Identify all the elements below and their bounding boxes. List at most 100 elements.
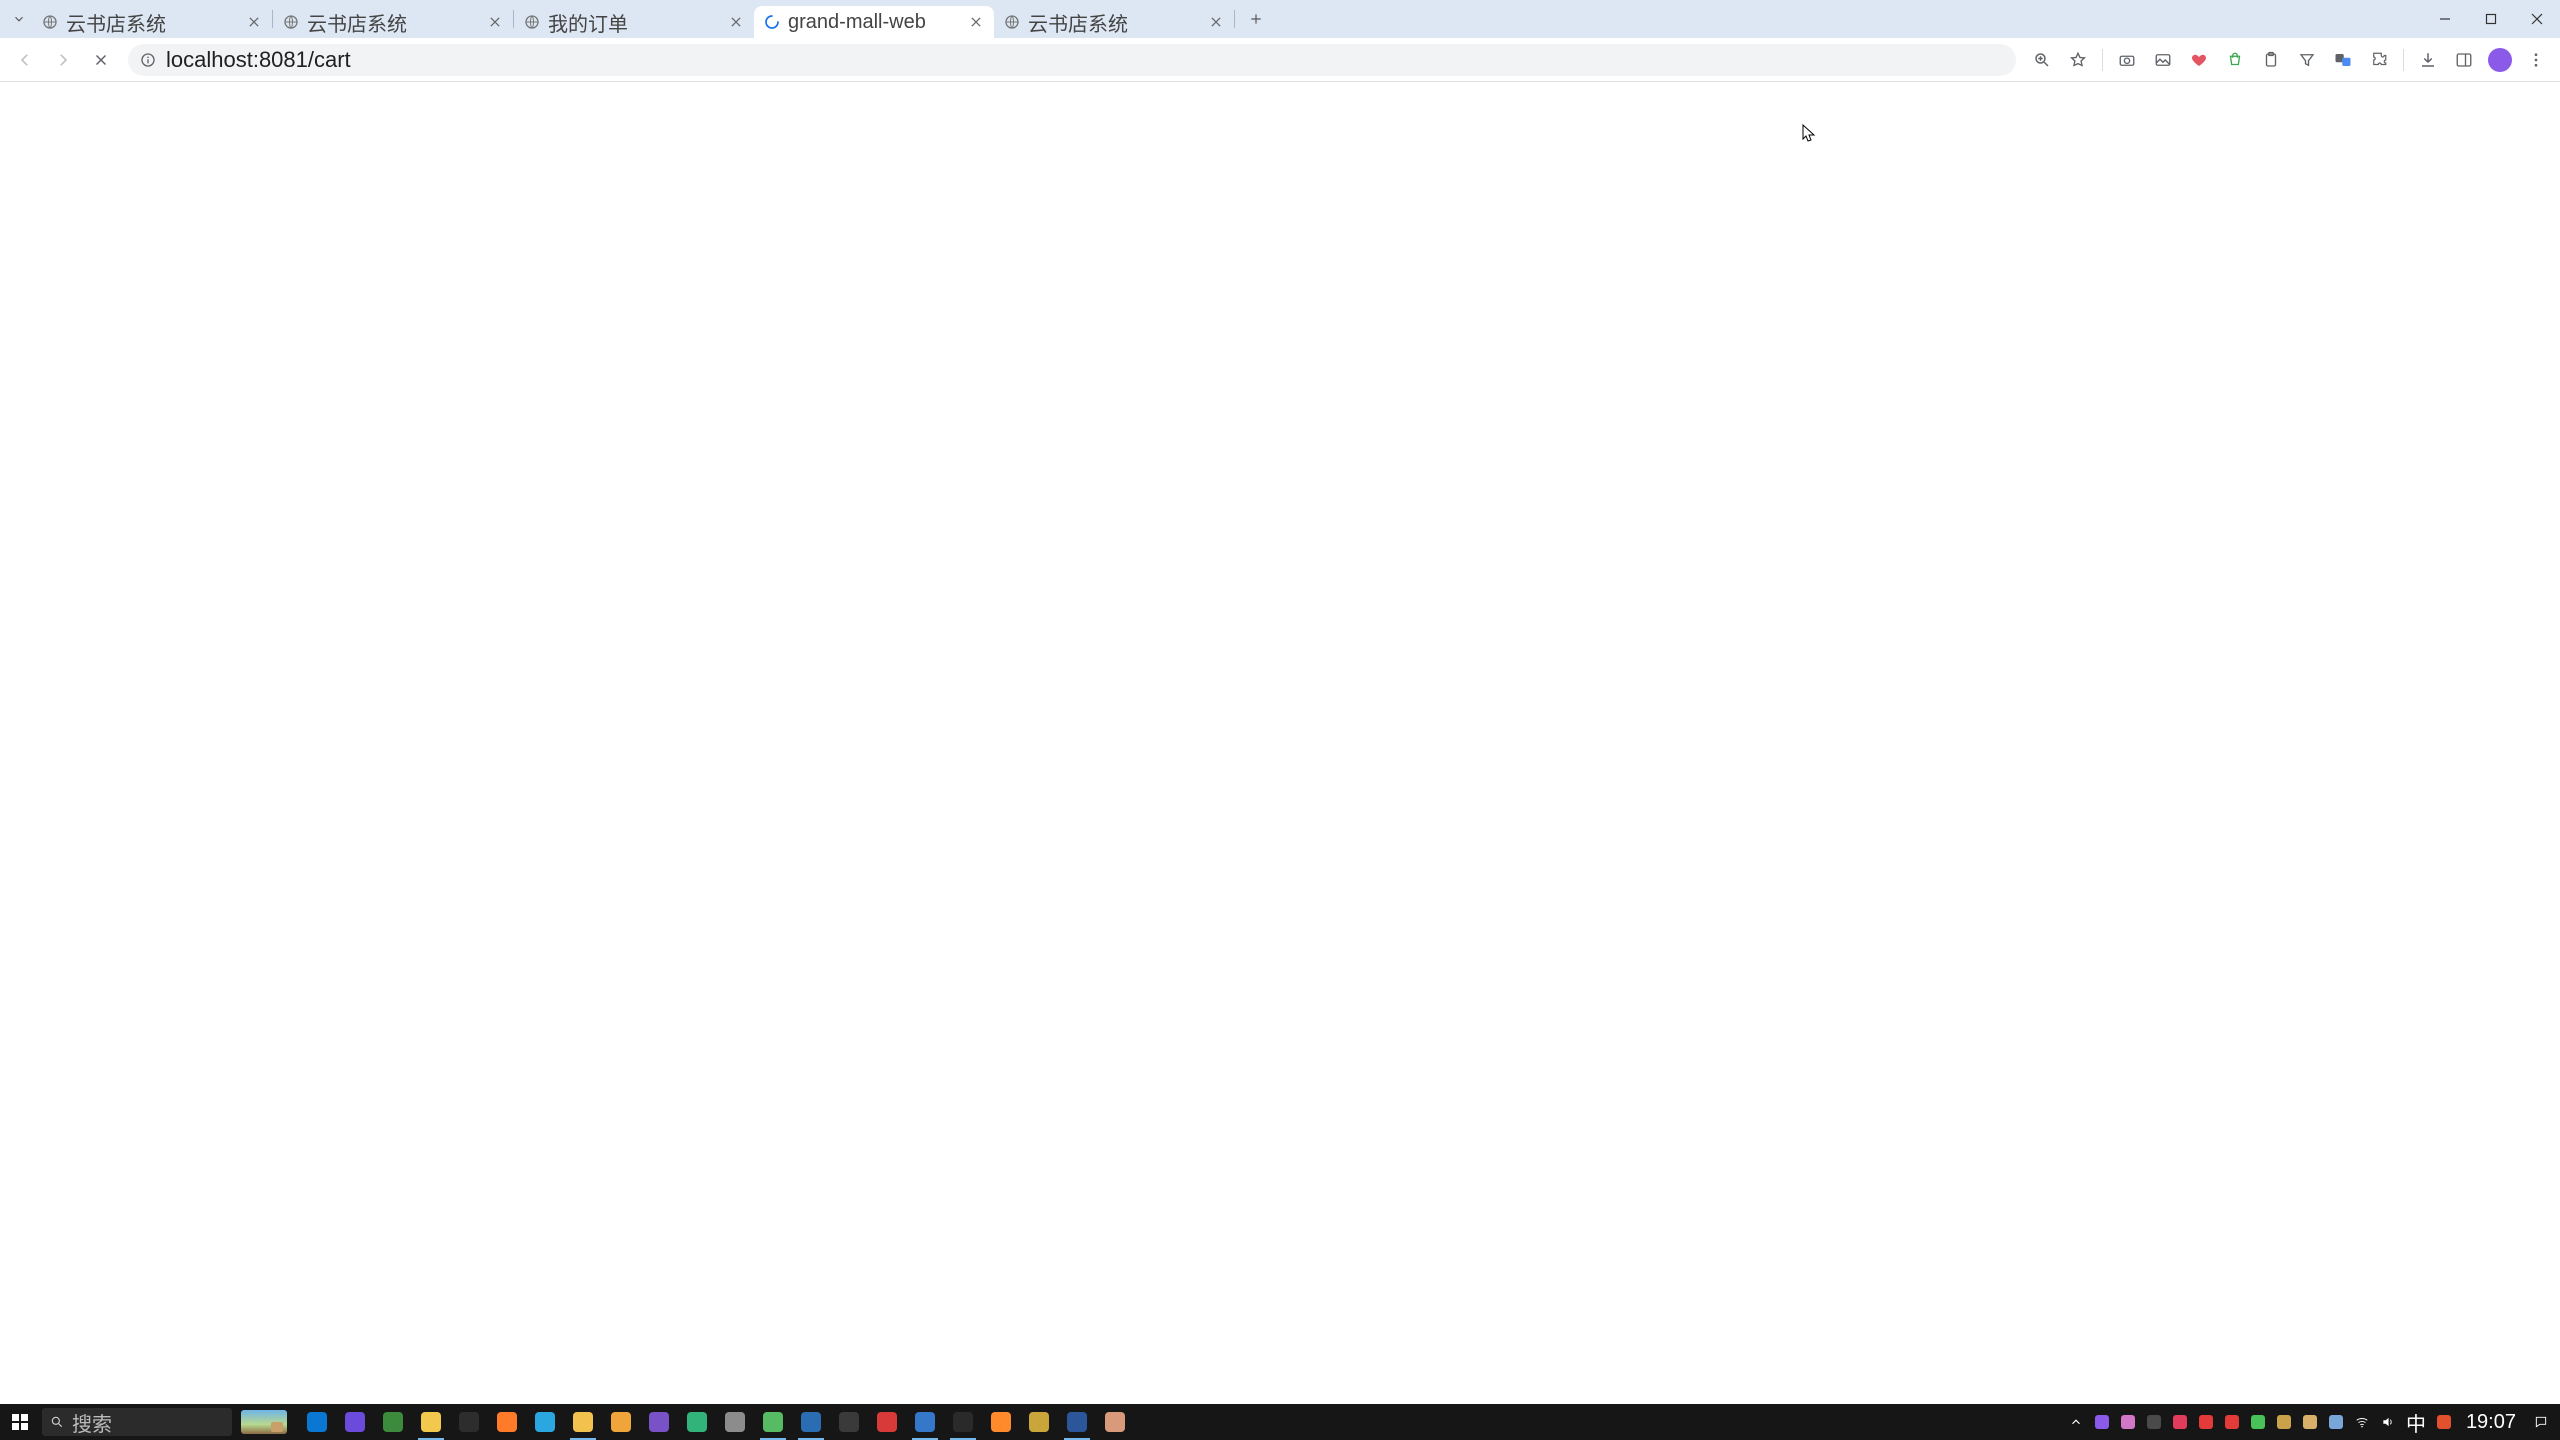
browser-tab-active[interactable]: grand-mall-web bbox=[754, 6, 994, 38]
zoom-icon[interactable] bbox=[2026, 44, 2058, 76]
browser-tab[interactable]: 云书店系统 bbox=[994, 6, 1234, 38]
taskbar-apps bbox=[298, 1404, 1134, 1440]
taskbar-app-chrome[interactable] bbox=[412, 1404, 450, 1440]
bookmark-star-icon[interactable] bbox=[2062, 44, 2094, 76]
tab-search-dropdown[interactable] bbox=[6, 0, 32, 38]
taskbar-search-placeholder: 搜索 bbox=[72, 1408, 112, 1437]
browser-tab[interactable]: 我的订单 bbox=[514, 6, 754, 38]
toolbar-separator bbox=[2403, 49, 2404, 71]
taskbar-app-rec[interactable] bbox=[868, 1404, 906, 1440]
mouse-cursor-icon bbox=[1802, 124, 1816, 144]
windows-taskbar: 搜索 中 19:07 bbox=[0, 1404, 2560, 1440]
taskbar-app-word[interactable] bbox=[1058, 1404, 1096, 1440]
taskbar-weather[interactable] bbox=[236, 1407, 292, 1437]
close-icon[interactable] bbox=[1208, 14, 1224, 30]
tab-separator bbox=[1234, 10, 1235, 28]
tray-icon-t5[interactable] bbox=[2194, 1410, 2218, 1434]
taskbar-app-store[interactable] bbox=[298, 1404, 336, 1440]
globe-icon bbox=[1004, 14, 1020, 30]
tray-icon-t1[interactable] bbox=[2090, 1410, 2114, 1434]
tab-title: 云书店系统 bbox=[1028, 8, 1208, 37]
taskbar-app-avatar[interactable] bbox=[1096, 1404, 1134, 1440]
loading-spinner-icon bbox=[764, 14, 780, 30]
downloads-icon[interactable] bbox=[2412, 44, 2444, 76]
taskbar-app-settings[interactable] bbox=[450, 1404, 488, 1440]
taskbar-app-everything[interactable] bbox=[982, 1404, 1020, 1440]
taskbar-app-edge[interactable] bbox=[678, 1404, 716, 1440]
taskbar-app-folder[interactable] bbox=[602, 1404, 640, 1440]
tray-icon-t10[interactable] bbox=[2324, 1410, 2348, 1434]
close-icon[interactable] bbox=[487, 14, 503, 30]
close-icon[interactable] bbox=[246, 14, 262, 30]
translate-icon[interactable] bbox=[2327, 44, 2359, 76]
taskbar-app-firefox[interactable] bbox=[488, 1404, 526, 1440]
toolbar-actions bbox=[2026, 44, 2552, 76]
extension-clipboard-icon[interactable] bbox=[2255, 44, 2287, 76]
tray-overflow-icon[interactable] bbox=[2064, 1410, 2088, 1434]
tray-icon-t4[interactable] bbox=[2168, 1410, 2192, 1434]
tray-icon-t9[interactable] bbox=[2298, 1410, 2322, 1434]
globe-icon bbox=[524, 14, 540, 30]
side-panel-icon[interactable] bbox=[2448, 44, 2480, 76]
tray-icon-t8[interactable] bbox=[2272, 1410, 2296, 1434]
tab-title: grand-mall-web bbox=[788, 11, 968, 34]
taskbar-search[interactable]: 搜索 bbox=[42, 1408, 232, 1436]
chrome-menu-icon[interactable] bbox=[2520, 44, 2552, 76]
profile-avatar[interactable] bbox=[2484, 44, 2516, 76]
taskbar-app-term[interactable] bbox=[944, 1404, 982, 1440]
tray-volume-icon[interactable] bbox=[2376, 1410, 2400, 1434]
start-button[interactable] bbox=[0, 1404, 40, 1440]
taskbar-clock[interactable]: 19:07 bbox=[2458, 1411, 2524, 1434]
extension-filter-icon[interactable] bbox=[2291, 44, 2323, 76]
close-icon[interactable] bbox=[968, 14, 984, 30]
taskbar-app-code[interactable] bbox=[526, 1404, 564, 1440]
page-viewport bbox=[0, 82, 2560, 1404]
globe-icon bbox=[283, 14, 299, 30]
system-tray: 中 19:07 bbox=[2064, 1404, 2560, 1440]
action-center-icon[interactable] bbox=[2526, 1404, 2556, 1440]
minimize-button[interactable] bbox=[2422, 0, 2468, 38]
window-controls bbox=[2422, 0, 2560, 38]
taskbar-app-explorer[interactable] bbox=[564, 1404, 602, 1440]
extension-heart-icon[interactable] bbox=[2183, 44, 2215, 76]
taskbar-app-app2[interactable] bbox=[716, 1404, 754, 1440]
toolbar-separator bbox=[2102, 49, 2103, 71]
browser-tab[interactable]: 云书店系统 bbox=[32, 6, 272, 38]
browser-toolbar: localhost:8081/cart bbox=[0, 38, 2560, 82]
taskbar-app-todo[interactable] bbox=[792, 1404, 830, 1440]
close-window-button[interactable] bbox=[2514, 0, 2560, 38]
taskbar-app-camera[interactable] bbox=[830, 1404, 868, 1440]
extension-camera-icon[interactable] bbox=[2111, 44, 2143, 76]
tray-network-icon[interactable] bbox=[2350, 1410, 2374, 1434]
tray-icon-t7[interactable] bbox=[2246, 1410, 2270, 1434]
browser-tab[interactable]: 云书店系统 bbox=[273, 6, 513, 38]
tray-icon-t2[interactable] bbox=[2116, 1410, 2140, 1434]
address-url: localhost:8081/cart bbox=[166, 47, 2004, 73]
tray-icon-t3[interactable] bbox=[2142, 1410, 2166, 1434]
extension-picture-icon[interactable] bbox=[2147, 44, 2179, 76]
new-tab-button[interactable] bbox=[1241, 4, 1271, 34]
address-bar[interactable]: localhost:8081/cart bbox=[128, 44, 2016, 76]
ime-indicator[interactable]: 中 bbox=[2402, 1408, 2430, 1437]
browser-tab-strip: 云书店系统 云书店系统 我的订单 grand-mall-web 云书店系统 bbox=[0, 0, 2560, 38]
taskbar-app-app1[interactable] bbox=[640, 1404, 678, 1440]
tray-icon-t6[interactable] bbox=[2220, 1410, 2244, 1434]
tab-title: 云书店系统 bbox=[66, 8, 246, 37]
site-info-icon[interactable] bbox=[140, 52, 156, 68]
globe-icon bbox=[42, 14, 58, 30]
taskbar-app-wechat[interactable] bbox=[754, 1404, 792, 1440]
extension-shopping-icon[interactable] bbox=[2219, 44, 2251, 76]
taskbar-app-dev[interactable] bbox=[906, 1404, 944, 1440]
maximize-button[interactable] bbox=[2468, 0, 2514, 38]
tab-title: 云书店系统 bbox=[307, 8, 487, 37]
taskbar-app-mail[interactable] bbox=[336, 1404, 374, 1440]
forward-button[interactable] bbox=[46, 43, 80, 77]
tab-title: 我的订单 bbox=[548, 8, 728, 37]
tray-app-icon[interactable] bbox=[2432, 1410, 2456, 1434]
extensions-puzzle-icon[interactable] bbox=[2363, 44, 2395, 76]
taskbar-app-notes[interactable] bbox=[1020, 1404, 1058, 1440]
back-button[interactable] bbox=[8, 43, 42, 77]
stop-reload-button[interactable] bbox=[84, 43, 118, 77]
taskbar-app-onenote[interactable] bbox=[374, 1404, 412, 1440]
close-icon[interactable] bbox=[728, 14, 744, 30]
